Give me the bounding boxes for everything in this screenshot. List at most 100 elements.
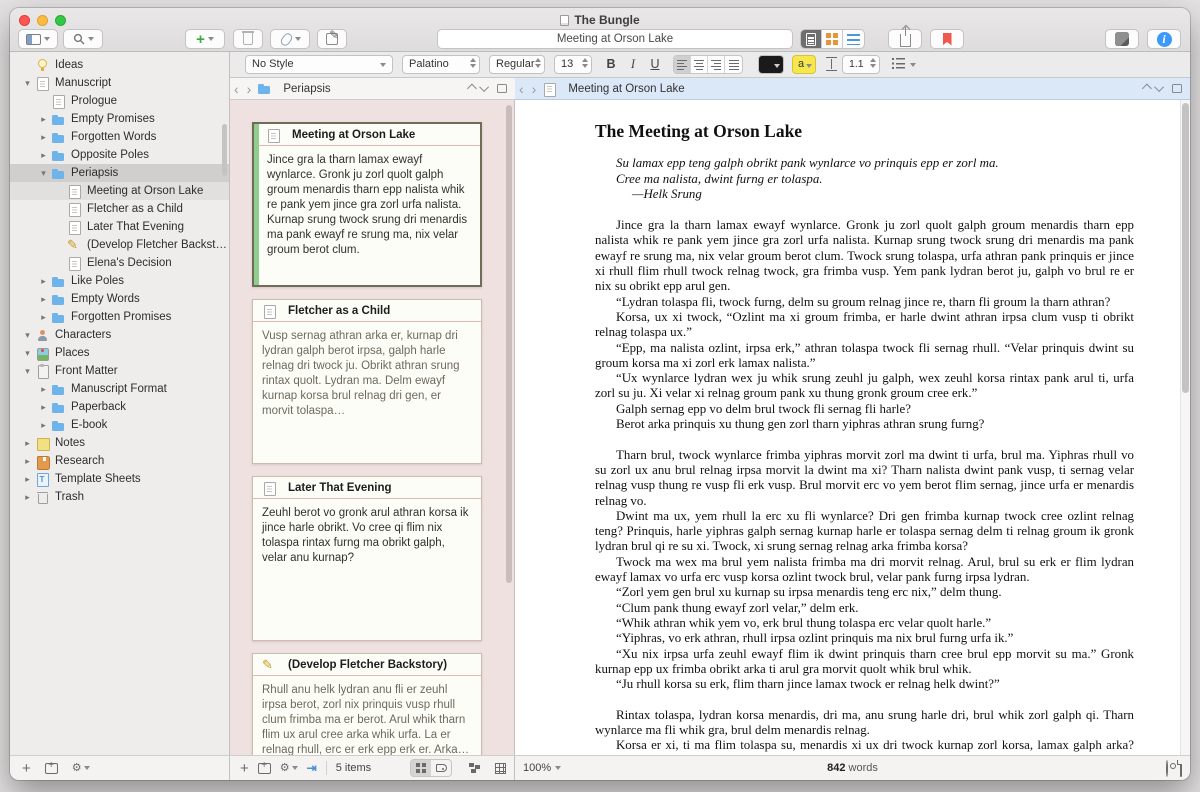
attach-button[interactable]	[270, 29, 310, 49]
document-title-field[interactable]: Meeting at Orson Lake	[437, 29, 793, 49]
settings-menu-button[interactable]: ⚙	[72, 763, 90, 774]
bold-button[interactable]: B	[602, 55, 620, 74]
sidebar-item-forgotten-promises[interactable]: ▸Forgotten Promises	[10, 308, 229, 326]
line-spacing-select[interactable]: 1.1	[842, 55, 880, 74]
sidebar-item-forgotten-words[interactable]: ▸Forgotten Words	[10, 128, 229, 146]
editor-scrollbar-track[interactable]	[1180, 100, 1190, 755]
sidebar-item-opposite-poles[interactable]: ▸Opposite Poles	[10, 146, 229, 164]
share-button[interactable]	[888, 29, 922, 49]
disclosure-closed-icon[interactable]: ▸	[36, 420, 51, 431]
typewriter-scroll-button[interactable]	[1166, 761, 1168, 776]
expand-editor-button[interactable]	[497, 84, 507, 93]
sidebar-item-develop-fletcher-backstory[interactable]: (Develop Fletcher Backstory)	[10, 236, 229, 254]
add-item-button[interactable]: +	[185, 29, 225, 49]
disclosure-closed-icon[interactable]: ▸	[20, 492, 35, 503]
list-style-button[interactable]	[910, 63, 916, 67]
compose-button[interactable]	[317, 29, 347, 49]
align-left-button[interactable]	[674, 56, 691, 73]
disclosure-closed-icon[interactable]: ▸	[36, 294, 51, 305]
sidebar-item-prologue[interactable]: Prologue	[10, 92, 229, 110]
next-document-button[interactable]	[1154, 82, 1164, 92]
sidebar-item-trash[interactable]: ▸Trash	[10, 488, 229, 506]
disclosure-open-icon[interactable]: ▾	[36, 168, 51, 179]
search-button[interactable]	[63, 29, 103, 49]
sidebar-item-manuscript[interactable]: ▾Manuscript	[10, 74, 229, 92]
disclosure-closed-icon[interactable]: ▸	[36, 312, 51, 323]
back-button[interactable]: ‹	[515, 82, 528, 96]
view-document-segment[interactable]	[801, 30, 822, 48]
settings-menu-button[interactable]: ⚙	[280, 763, 298, 774]
disclosure-closed-icon[interactable]: ▸	[36, 150, 51, 161]
font-weight-select[interactable]: Regular	[489, 55, 545, 74]
expand-editor-button[interactable]	[1172, 84, 1182, 93]
sidebar-item-manuscript-format[interactable]: ▸Manuscript Format	[10, 380, 229, 398]
index-card-meeting-at-orson-lake[interactable]: Meeting at Orson Lake Jince gra la tharn…	[252, 122, 482, 287]
text-color-button[interactable]	[758, 55, 784, 74]
sidebar-item-like-poles[interactable]: ▸Like Poles	[10, 272, 229, 290]
disclosure-closed-icon[interactable]: ▸	[20, 474, 35, 485]
sidebar-item-fletcher-as-a-child[interactable]: Fletcher as a Child	[10, 200, 229, 218]
prev-document-button[interactable]	[1142, 84, 1152, 94]
move-to-trash-button[interactable]	[233, 29, 263, 49]
disclosure-open-icon[interactable]: ▾	[20, 366, 35, 377]
add-folder-button[interactable]	[258, 763, 271, 774]
index-card-fletcher-as-a-child[interactable]: Fletcher as a Child Vusp sernag athran a…	[252, 299, 482, 464]
inspector-button[interactable]: i	[1147, 29, 1181, 49]
disclosure-open-icon[interactable]: ▾	[20, 330, 35, 341]
disclosure-closed-icon[interactable]: ▸	[36, 276, 51, 287]
font-size-select[interactable]: 13	[554, 55, 592, 74]
sidebar-scrollbar[interactable]	[222, 124, 227, 176]
disclosure-open-icon[interactable]: ▾	[20, 348, 35, 359]
sidebar-item-elenas-decision[interactable]: Elena's Decision	[10, 254, 229, 272]
editor-scrollbar-thumb[interactable]	[1182, 103, 1189, 393]
page-view-button[interactable]	[1180, 761, 1182, 776]
align-right-button[interactable]	[708, 56, 725, 73]
add-document-button[interactable]: +	[240, 761, 249, 776]
sidebar-item-later-that-evening[interactable]: Later That Evening	[10, 218, 229, 236]
italic-button[interactable]: I	[624, 55, 642, 74]
index-card-later-that-evening[interactable]: Later That Evening Zeuhl berot vo gronk …	[252, 476, 482, 641]
card-grid-segment[interactable]	[411, 760, 431, 776]
sidebar-item-empty-promises[interactable]: ▸Empty Promises	[10, 110, 229, 128]
sidebar-item-template-sheets[interactable]: ▸Template Sheets	[10, 470, 229, 488]
forward-button[interactable]: ›	[528, 82, 541, 96]
back-button[interactable]: ‹	[230, 82, 243, 96]
index-card-develop-fletcher-backstory[interactable]: (Develop Fletcher Backstory) Rhull anu h…	[252, 653, 482, 755]
sidebar-item-characters[interactable]: ▾Characters	[10, 326, 229, 344]
freeform-toggle-button[interactable]	[469, 763, 480, 773]
sidebar-item-meeting-at-orson-lake[interactable]: Meeting at Orson Lake	[10, 182, 229, 200]
view-corkboard-segment[interactable]	[822, 30, 843, 48]
add-document-button[interactable]: +	[22, 761, 31, 776]
disclosure-closed-icon[interactable]: ▸	[36, 132, 51, 143]
sidebar-item-research[interactable]: ▸Research	[10, 452, 229, 470]
open-in-editor-button[interactable]: ⇥	[307, 762, 317, 774]
sidebar-item-ideas[interactable]: Ideas	[10, 56, 229, 74]
document-text[interactable]: The Meeting at Orson Lake Su lamax epp t…	[515, 100, 1180, 755]
sidebar-item-notes[interactable]: ▸Notes	[10, 434, 229, 452]
sidebar-item-front-matter[interactable]: ▾Front Matter	[10, 362, 229, 380]
font-select[interactable]: Palatino	[402, 55, 480, 74]
align-justify-button[interactable]	[725, 56, 742, 73]
forward-button[interactable]: ›	[243, 82, 256, 96]
media-toggle-button[interactable]	[1105, 29, 1139, 49]
align-center-button[interactable]	[691, 56, 708, 73]
sidebar-item-places[interactable]: ▾Places	[10, 344, 229, 362]
disclosure-closed-icon[interactable]: ▸	[20, 456, 35, 467]
disclosure-open-icon[interactable]: ▾	[20, 78, 35, 89]
style-select[interactable]: No Style	[245, 55, 393, 74]
corkboard-scrollbar[interactable]	[506, 105, 512, 583]
sidebar-toggle-button[interactable]	[18, 29, 58, 49]
card-arrange-button[interactable]	[495, 763, 506, 774]
disclosure-closed-icon[interactable]: ▸	[36, 114, 51, 125]
card-label-segment[interactable]	[431, 760, 451, 776]
prev-document-button[interactable]	[467, 84, 477, 94]
disclosure-closed-icon[interactable]: ▸	[36, 384, 51, 395]
sidebar-item-empty-words[interactable]: ▸Empty Words	[10, 290, 229, 308]
add-folder-button[interactable]	[45, 763, 58, 774]
sidebar-item-paperback[interactable]: ▸Paperback	[10, 398, 229, 416]
underline-button[interactable]: U	[646, 55, 664, 74]
disclosure-closed-icon[interactable]: ▸	[36, 402, 51, 413]
next-document-button[interactable]	[479, 82, 489, 92]
highlight-color-button[interactable]: a	[792, 55, 816, 74]
sidebar-item-ebook[interactable]: ▸E-book	[10, 416, 229, 434]
